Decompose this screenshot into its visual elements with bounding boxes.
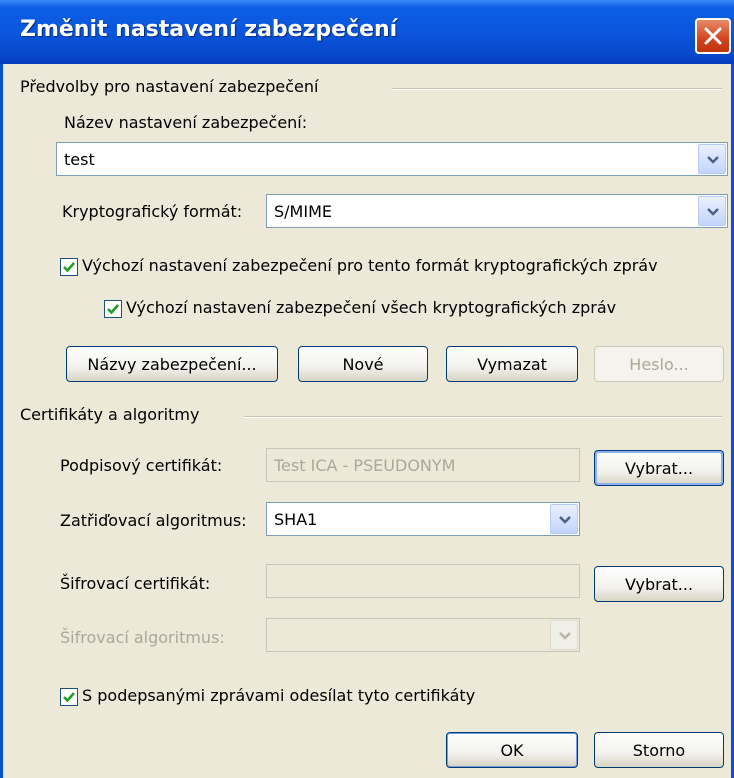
send-certs-checkbox[interactable] xyxy=(60,688,78,706)
new-button[interactable]: Nové xyxy=(298,346,428,382)
hash-algorithm-value: SHA1 xyxy=(274,510,318,529)
close-button[interactable] xyxy=(695,18,731,54)
default-all-checkbox[interactable] xyxy=(104,300,122,318)
chevron-down-icon xyxy=(559,632,571,640)
signing-cert-label: Podpisový certifikát: xyxy=(60,456,223,475)
security-name-label: Název nastavení zabezpečení: xyxy=(64,113,308,132)
checkmark-icon xyxy=(107,304,119,315)
signing-cert-choose-button[interactable]: Vybrat... xyxy=(594,450,724,486)
default-all-label[interactable]: Výchozí nastavení zabezpečení všech kryp… xyxy=(126,298,616,317)
close-icon xyxy=(704,27,722,45)
hash-algorithm-label: Zatřiďovací algoritmus: xyxy=(60,511,247,530)
security-name-combobox[interactable]: test xyxy=(56,142,728,176)
hash-algorithm-dropdown-button[interactable] xyxy=(550,504,578,534)
encryption-cert-label: Šifrovací certifikát: xyxy=(60,574,211,593)
hash-algorithm-combobox[interactable]: SHA1 xyxy=(266,502,580,536)
encryption-cert-choose-button[interactable]: Vybrat... xyxy=(594,566,724,602)
default-format-label[interactable]: Výchozí nastavení zabezpečení pro tento … xyxy=(82,256,658,275)
checkmark-icon xyxy=(63,692,75,703)
ok-button[interactable]: OK xyxy=(446,732,578,768)
crypto-format-dropdown-button[interactable] xyxy=(698,196,726,226)
group-divider xyxy=(244,416,722,418)
checkmark-icon xyxy=(63,262,75,273)
window-title: Změnit nastavení zabezpečení xyxy=(20,17,398,42)
encryption-algorithm-dropdown-button[interactable] xyxy=(550,620,578,650)
encryption-algorithm-label: Šifrovací algoritmus: xyxy=(60,628,225,647)
encryption-algorithm-combobox[interactable] xyxy=(266,618,580,652)
group-divider xyxy=(392,88,722,90)
chevron-down-icon xyxy=(707,208,719,216)
security-name-value: test xyxy=(64,150,95,169)
delete-button[interactable]: Vymazat xyxy=(446,346,578,382)
security-name-dropdown-button[interactable] xyxy=(698,144,726,174)
cancel-button[interactable]: Storno xyxy=(594,732,724,768)
default-format-checkbox[interactable] xyxy=(60,258,78,276)
crypto-format-combobox[interactable]: S/MIME xyxy=(266,194,728,228)
chevron-down-icon xyxy=(559,516,571,524)
crypto-format-label: Kryptografický formát: xyxy=(62,202,243,221)
password-button[interactable]: Heslo... xyxy=(594,346,724,382)
send-certs-label[interactable]: S podepsanými zprávami odesílat tyto cer… xyxy=(82,686,475,705)
chevron-down-icon xyxy=(707,156,719,164)
signing-cert-value: Test ICA - PSEUDONYM xyxy=(274,456,456,475)
crypto-format-value: S/MIME xyxy=(274,202,332,221)
presets-group-label: Předvolby pro nastavení zabezpečení xyxy=(20,77,319,96)
window-border-left xyxy=(0,64,3,778)
security-names-button[interactable]: Názvy zabezpečení... xyxy=(66,346,278,382)
title-bar[interactable]: Změnit nastavení zabezpečení xyxy=(0,0,734,64)
signing-cert-field: Test ICA - PSEUDONYM xyxy=(266,448,580,482)
certs-group-label: Certifikáty a algoritmy xyxy=(20,405,200,424)
dialog-window: Změnit nastavení zabezpečení Předvolby p… xyxy=(0,0,734,778)
encryption-cert-field xyxy=(266,564,580,598)
